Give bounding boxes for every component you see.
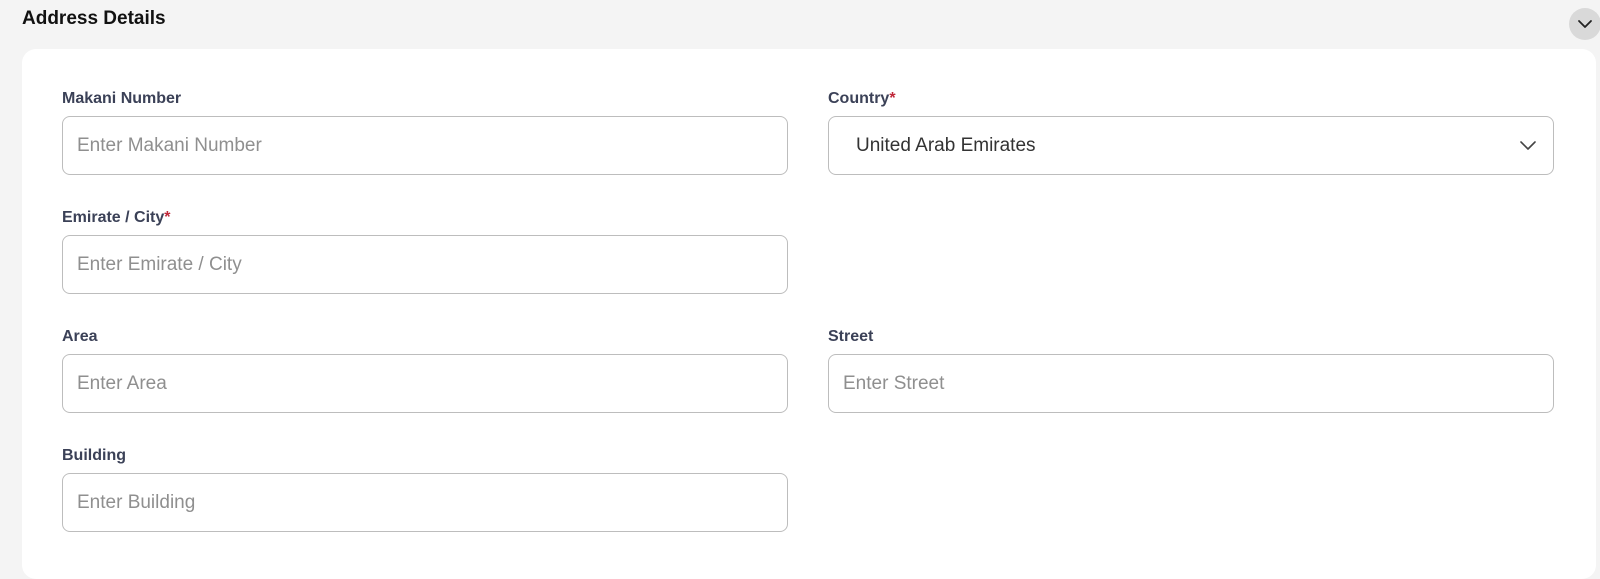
area-label: Area — [62, 328, 98, 345]
section-title: Address Details — [22, 8, 166, 29]
emirate-city-label: Emirate / City* — [62, 209, 171, 226]
street-label: Street — [828, 328, 874, 345]
collapse-button[interactable] — [1569, 8, 1600, 40]
country-select[interactable]: United Arab Emirates — [828, 116, 1554, 175]
makani-number-label: Makani Number — [62, 90, 182, 107]
chevron-down-icon — [1577, 17, 1593, 32]
building-label: Building — [62, 447, 126, 464]
building-input[interactable] — [62, 473, 788, 532]
chevron-down-icon — [1519, 138, 1537, 156]
section-header: Address Details — [0, 0, 1600, 46]
makani-number-input[interactable] — [62, 116, 788, 175]
country-selected-value: United Arab Emirates — [856, 135, 1036, 156]
address-form-card: Makani Number Country* United Arab Emira… — [22, 49, 1596, 579]
required-mark: * — [889, 90, 896, 107]
required-mark: * — [164, 209, 171, 226]
country-label: Country* — [828, 90, 896, 107]
emirate-city-input[interactable] — [62, 235, 788, 294]
street-input[interactable] — [828, 354, 1554, 413]
area-input[interactable] — [62, 354, 788, 413]
